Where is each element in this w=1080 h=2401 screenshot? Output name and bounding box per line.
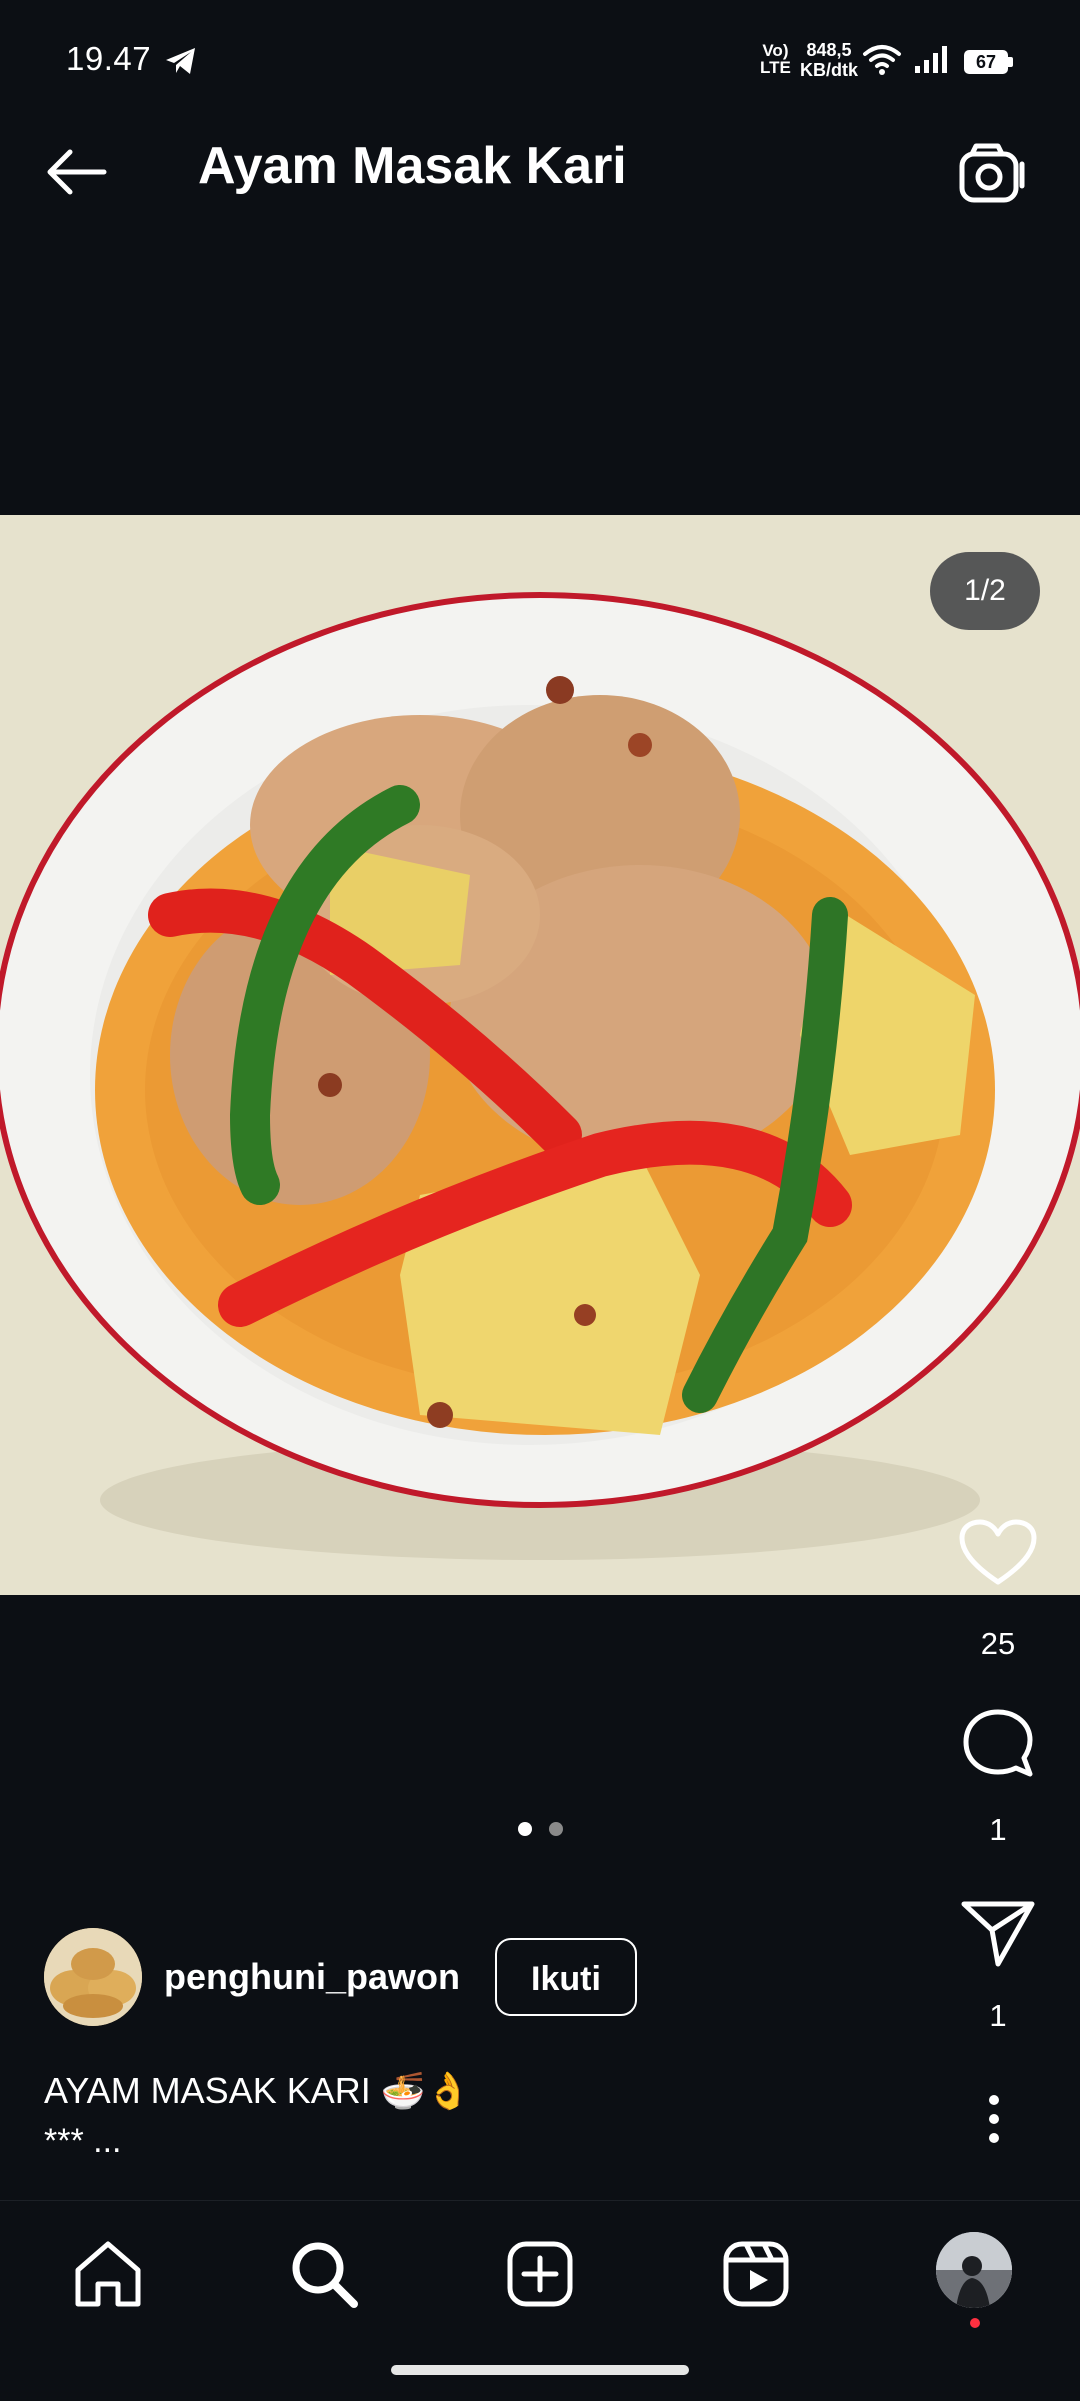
share-count: 1 bbox=[989, 1998, 1007, 2033]
profile-avatar[interactable] bbox=[936, 2232, 1012, 2308]
comment-count: 1 bbox=[989, 1812, 1007, 1847]
author-avatar[interactable] bbox=[44, 1928, 142, 2026]
home-icon[interactable] bbox=[68, 2234, 148, 2314]
camera-icon[interactable] bbox=[958, 142, 1028, 204]
more-icon[interactable] bbox=[986, 2094, 1002, 2144]
caption-text[interactable]: AYAM MASAK KARI 🍜👌 bbox=[44, 2070, 470, 2112]
search-icon[interactable] bbox=[284, 2234, 364, 2314]
curry-dish-image bbox=[0, 515, 1080, 1595]
wifi-icon bbox=[863, 45, 901, 75]
back-arrow-icon[interactable] bbox=[44, 148, 108, 196]
post-image[interactable] bbox=[0, 515, 1080, 1595]
telegram-icon bbox=[166, 48, 195, 74]
status-time: 19.47 bbox=[66, 40, 152, 77]
network-type: Vo) LTE bbox=[760, 41, 791, 77]
notification-dot bbox=[970, 2318, 980, 2328]
follow-button[interactable]: Ikuti bbox=[495, 1938, 637, 2016]
carousel-dot-active bbox=[518, 1822, 532, 1836]
send-icon[interactable] bbox=[958, 1898, 1038, 1968]
battery-tip bbox=[1008, 57, 1013, 67]
like-count: 25 bbox=[980, 1626, 1016, 1661]
gesture-home-bar[interactable] bbox=[391, 2365, 689, 2375]
image-counter: 1/2 bbox=[930, 552, 1040, 630]
heart-icon[interactable] bbox=[958, 1518, 1038, 1588]
carousel-dot bbox=[549, 1822, 563, 1836]
battery-indicator: 67 bbox=[964, 50, 1008, 74]
status-bar: 19.47 Vo) LTE 848,5 KB/dtk 67 bbox=[0, 0, 1080, 120]
author-username[interactable]: penghuni_pawon bbox=[164, 1956, 460, 1998]
reels-icon[interactable] bbox=[716, 2234, 796, 2314]
caption-more[interactable]: *** ... bbox=[44, 2122, 121, 2161]
signal-icon bbox=[915, 46, 947, 73]
add-icon[interactable] bbox=[500, 2234, 580, 2314]
network-speed: 848,5 KB/dtk bbox=[800, 40, 858, 80]
comment-icon[interactable] bbox=[958, 1708, 1038, 1784]
page-title: Ayam Masak Kari bbox=[198, 137, 627, 195]
